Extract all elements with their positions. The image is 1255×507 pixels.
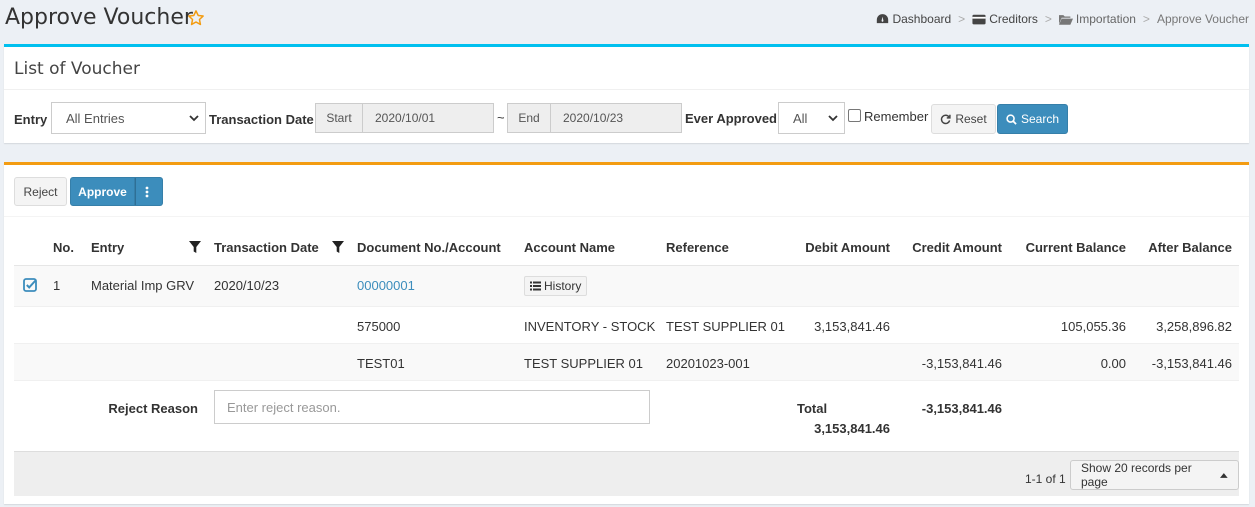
voucher-entry: Material Imp GRV <box>91 278 195 293</box>
entry-label: Entry <box>14 112 48 127</box>
column-header-no: No. <box>53 240 74 255</box>
end-addon: End <box>507 103 551 133</box>
end-date-input[interactable]: 2020/10/23 <box>551 103 682 133</box>
search-icon <box>1006 113 1017 125</box>
line-account-name: INVENTORY - STOCK <box>524 319 656 334</box>
line-credit: -3,153,841.46 <box>921 356 1002 371</box>
column-header-debit: Debit Amount <box>805 240 890 255</box>
breadcrumb-importation[interactable]: Importation <box>1058 12 1136 26</box>
history-button[interactable]: History <box>524 276 588 296</box>
voucher-document-link[interactable]: 00000001 <box>357 278 415 293</box>
date-range-separator: ~ <box>497 110 505 125</box>
column-header-transaction-date: Transaction Date <box>214 240 319 255</box>
line-reference: TEST SUPPLIER 01 <box>666 319 785 334</box>
reject-reason-row: Reject Reason Enter reject reason. Total… <box>14 380 1239 451</box>
page-title: Approve Voucher <box>5 5 193 30</box>
chevron-down-icon <box>828 115 838 122</box>
dashboard-icon <box>877 14 889 24</box>
line-debit: 3,153,841.46 <box>814 319 890 334</box>
refresh-icon <box>941 114 951 124</box>
voucher-no: 1 <box>53 278 61 293</box>
voucher-date: 2020/10/23 <box>214 278 280 293</box>
column-header-entry: Entry <box>91 240 125 255</box>
column-header-account-name: Account Name <box>524 240 616 255</box>
total-debit: 3,153,841.46 <box>814 421 890 436</box>
total-credit: -3,153,841.46 <box>921 401 1002 416</box>
start-date-input[interactable]: 2020/10/01 <box>363 103 494 133</box>
caret-up-icon <box>1220 472 1228 478</box>
column-header-document: Document No./Account <box>357 240 501 255</box>
filter-box: List of Voucher Entry All Entries Transa… <box>4 44 1249 143</box>
remember-label: Remember <box>864 109 929 124</box>
entry-select[interactable]: All Entries <box>51 102 206 134</box>
table-row: 575000 INVENTORY - STOCK TEST SUPPLIER 0… <box>14 306 1239 343</box>
reset-button[interactable]: Reset <box>931 104 996 134</box>
reject-reason-label: Reject Reason <box>108 401 198 416</box>
folder-open-icon <box>1058 14 1073 25</box>
voucher-list-box: Reject Approve No. Entry Transaction Dat… <box>4 162 1249 504</box>
star-icon[interactable] <box>187 9 205 27</box>
list-icon <box>530 281 541 291</box>
line-reference: 20201023-001 <box>666 356 750 371</box>
ever-approved-select[interactable]: All <box>778 102 845 134</box>
search-button[interactable]: Search <box>997 104 1068 134</box>
more-options-button[interactable] <box>135 177 163 206</box>
line-after-balance: 3,258,896.82 <box>1156 319 1232 334</box>
reject-reason-input[interactable]: Enter reject reason. <box>214 390 650 424</box>
checked-checkbox-icon[interactable] <box>23 278 37 292</box>
remember-checkbox[interactable] <box>848 109 861 122</box>
table-row[interactable]: 1 Material Imp GRV 2020/10/23 00000001 H… <box>14 266 1239 306</box>
breadcrumb-creditors[interactable]: Creditors <box>972 12 1038 26</box>
line-current-balance: 105,055.36 <box>1060 319 1126 334</box>
table-row: TEST01 TEST SUPPLIER 01 20201023-001 -3,… <box>14 343 1239 380</box>
breadcrumb-current: Approve Voucher <box>1156 12 1249 26</box>
more-vertical-icon <box>145 186 149 197</box>
breadcrumb-dashboard[interactable]: Dashboard <box>876 12 951 26</box>
records-per-page-button[interactable]: Show 20 records per page <box>1070 460 1239 490</box>
column-header-current-balance: Current Balance <box>1025 240 1126 255</box>
filter-box-title: List of Voucher <box>14 59 140 79</box>
line-after-balance: -3,153,841.46 <box>1151 356 1232 371</box>
breadcrumb: Dashboard > Creditors > Importation > Ap… <box>876 12 1249 26</box>
column-header-after-balance: After Balance <box>1148 240 1232 255</box>
page-header: Approve Voucher Dashboard > Creditors > … <box>0 0 1255 40</box>
approve-button[interactable]: Approve <box>70 177 135 206</box>
column-header-reference: Reference <box>666 240 729 255</box>
transaction-date-label: Transaction Date <box>209 112 314 127</box>
filter-icon[interactable] <box>189 241 201 254</box>
ever-approved-label: Ever Approved <box>685 111 777 126</box>
line-account-name: TEST SUPPLIER 01 <box>524 356 643 371</box>
line-account: TEST01 <box>357 356 405 371</box>
start-addon: Start <box>315 103 363 133</box>
pagination-bar: 1-1 of 1 Show 20 records per page <box>14 451 1239 496</box>
credit-card-icon <box>972 14 986 24</box>
column-header-credit: Credit Amount <box>912 240 1002 255</box>
line-account: 575000 <box>357 319 401 334</box>
filter-icon[interactable] <box>332 241 344 254</box>
chevron-down-icon <box>189 115 199 122</box>
pagination-range: 1-1 of 1 <box>1025 472 1066 486</box>
line-current-balance: 0.00 <box>1100 356 1126 371</box>
reject-button[interactable]: Reject <box>14 177 67 206</box>
total-label: Total <box>797 401 828 416</box>
